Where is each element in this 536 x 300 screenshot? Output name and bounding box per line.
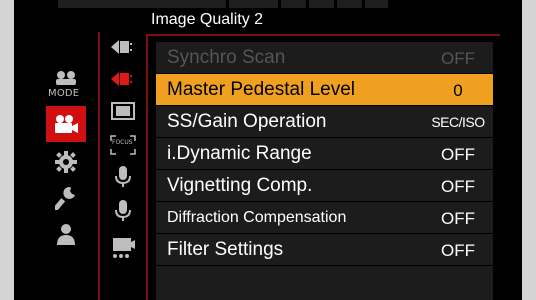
menu-item-i-dynamic-range[interactable]: i.Dynamic Range OFF (156, 138, 493, 169)
tab-image-quality-1[interactable] (108, 34, 138, 60)
tab-audio-1[interactable] (108, 164, 138, 190)
menu-item-value: SEC/ISO (431, 114, 485, 130)
menu-item-label: SS/Gain Operation (167, 111, 327, 132)
microphone-icon (115, 166, 131, 187)
wrench-icon (55, 186, 75, 210)
menu-item-value: OFF (441, 209, 475, 228)
other-functions-icon (113, 238, 135, 258)
tab-focus[interactable]: FOCUS (108, 132, 138, 158)
menu-item-ss-gain-operation[interactable]: SS/Gain Operation SEC/ISO (156, 106, 493, 137)
header-divider (146, 34, 500, 36)
category-setup[interactable] (46, 180, 86, 216)
menu-item-label: Vignetting Comp. (167, 175, 313, 196)
page-title: Image Quality 2 (151, 11, 264, 28)
menu-item-master-pedestal-level[interactable]: Master Pedestal Level 0 (156, 74, 493, 105)
menu-item-label: Diffraction Compensation (167, 209, 347, 226)
motion-picture-icon (55, 115, 78, 133)
menu-item-label: Synchro Scan (167, 47, 286, 68)
menu-item-value: OFF (441, 145, 475, 164)
menu-item-label: i.Dynamic Range (167, 143, 312, 164)
image-quality-1-icon (111, 40, 132, 54)
category-custom[interactable] (46, 144, 86, 180)
tab-other-functions[interactable] (108, 236, 138, 262)
mode-label: MODE (48, 88, 80, 99)
film-icon (111, 102, 135, 120)
focus-label: FOCUS (112, 139, 133, 146)
image-quality-2-icon (111, 72, 132, 86)
category-mode[interactable]: MODE (46, 68, 86, 104)
menu-item-value: 0 (453, 81, 463, 100)
tab-image-quality-2[interactable] (108, 66, 138, 92)
menu-item-filter-settings[interactable]: Filter Settings OFF (156, 234, 493, 265)
category-motion-picture[interactable] (46, 106, 86, 142)
menu-item-diffraction-compensation[interactable]: Diffraction Compensation OFF (156, 202, 493, 233)
menu-item-synchro-scan[interactable]: Synchro Scan OFF (156, 42, 493, 73)
menu-item-vignetting-comp[interactable]: Vignetting Comp. OFF (156, 170, 493, 201)
person-icon (57, 224, 75, 245)
tab-audio-2[interactable] (108, 198, 138, 224)
top-strip (58, 0, 388, 8)
tab-image-format[interactable] (108, 98, 138, 124)
menu-divider (146, 34, 148, 300)
microphone-icon (115, 200, 131, 221)
menu-item-empty (156, 266, 493, 300)
tab-column: FOCUS (98, 32, 140, 300)
gear-icon (55, 151, 77, 173)
category-column: MODE (46, 40, 102, 300)
mode-icon (56, 71, 76, 85)
menu-item-label: Filter Settings (167, 239, 284, 260)
menu-item-value: OFF (441, 49, 475, 68)
menu-item-label: Master Pedestal Level (167, 79, 355, 100)
menu-item-value: OFF (441, 241, 475, 260)
menu-item-value: OFF (441, 177, 475, 196)
category-my-menu[interactable] (46, 216, 86, 252)
